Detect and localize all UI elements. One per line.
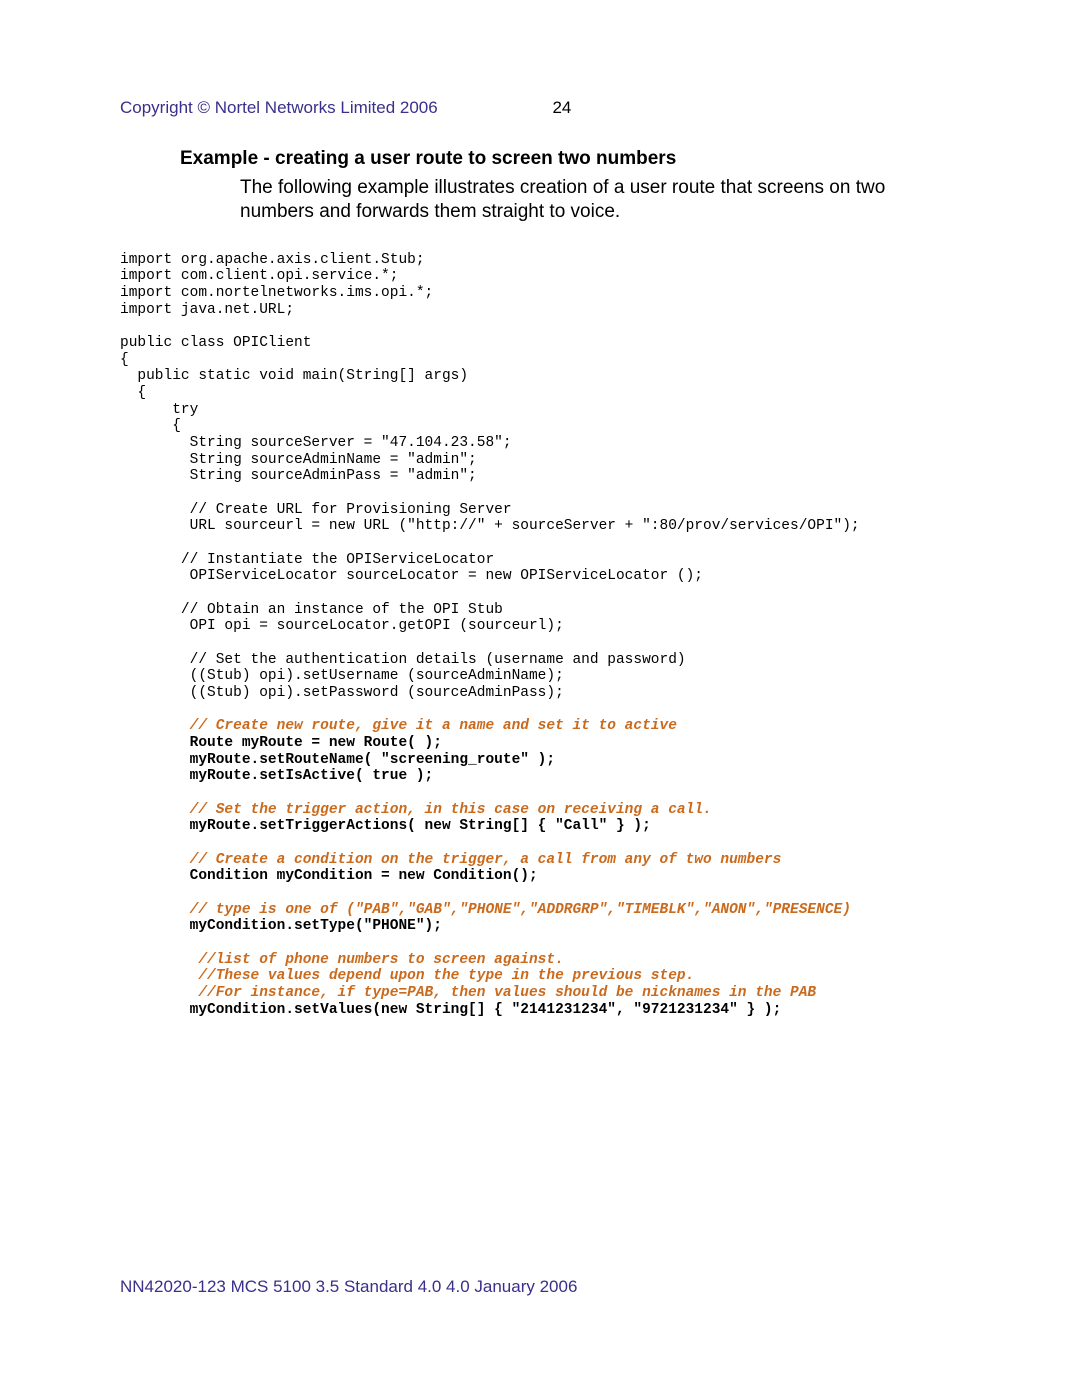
section-body: The following example illustrates creati… (240, 176, 960, 224)
code-comment: // type is one of ("PAB","GAB","PHONE","… (120, 902, 851, 918)
code-line: { (120, 418, 181, 434)
code-line: public class OPIClient (120, 335, 311, 351)
code-comment: //These values depend upon the type in t… (120, 968, 694, 984)
copyright-text: Copyright © Nortel Networks Limited 2006 (120, 98, 438, 118)
code-line: ((Stub) opi).setPassword (sourceAdminPas… (120, 685, 564, 701)
code-line: { (120, 385, 146, 401)
code-line: String sourceAdminPass = "admin"; (120, 468, 477, 484)
code-comment: // Create a condition on the trigger, a … (120, 852, 781, 868)
document-page: Copyright © Nortel Networks Limited 2006… (0, 0, 1080, 1018)
code-line: // Create URL for Provisioning Server (120, 502, 512, 518)
code-example: import org.apache.axis.client.Stub; impo… (120, 252, 960, 1019)
page-header: Copyright © Nortel Networks Limited 2006… (120, 98, 960, 118)
code-comment: // Set the trigger action, in this case … (120, 802, 712, 818)
code-line: // Instantiate the OPIServiceLocator (120, 552, 494, 568)
code-line: try (120, 402, 198, 418)
code-line: { (120, 352, 129, 368)
code-line: import org.apache.axis.client.Stub; (120, 252, 425, 268)
section-heading: Example - creating a user route to scree… (180, 148, 960, 170)
code-comment: //For instance, if type=PAB, then values… (120, 985, 816, 1001)
code-line: import com.client.opi.service.*; (120, 268, 398, 284)
code-comment: // Create new route, give it a name and … (120, 718, 677, 734)
code-line: myCondition.setValues(new String[] { "21… (120, 1002, 781, 1018)
code-line: myRoute.setIsActive( true ); (120, 768, 433, 784)
code-line: import com.nortelnetworks.ims.opi.*; (120, 285, 433, 301)
code-line: Condition myCondition = new Condition(); (120, 868, 538, 884)
code-comment: //list of phone numbers to screen agains… (120, 952, 564, 968)
code-line: myRoute.setRouteName( "screening_route" … (120, 752, 555, 768)
code-line: ((Stub) opi).setUsername (sourceAdminNam… (120, 668, 564, 684)
code-line: myRoute.setTriggerActions( new String[] … (120, 818, 651, 834)
code-line: Route myRoute = new Route( ); (120, 735, 442, 751)
code-line: import java.net.URL; (120, 302, 294, 318)
code-line: // Set the authentication details (usern… (120, 652, 686, 668)
code-line: public static void main(String[] args) (120, 368, 468, 384)
code-line: OPIServiceLocator sourceLocator = new OP… (120, 568, 703, 584)
page-footer: NN42020-123 MCS 5100 3.5 Standard 4.0 4.… (120, 1277, 577, 1297)
code-line: String sourceServer = "47.104.23.58"; (120, 435, 512, 451)
code-line: // Obtain an instance of the OPI Stub (120, 602, 503, 618)
page-number: 24 (552, 98, 571, 118)
code-line: String sourceAdminName = "admin"; (120, 452, 477, 468)
code-line: myCondition.setType("PHONE"); (120, 918, 442, 934)
code-line: OPI opi = sourceLocator.getOPI (sourceur… (120, 618, 564, 634)
code-line: URL sourceurl = new URL ("http://" + sou… (120, 518, 860, 534)
